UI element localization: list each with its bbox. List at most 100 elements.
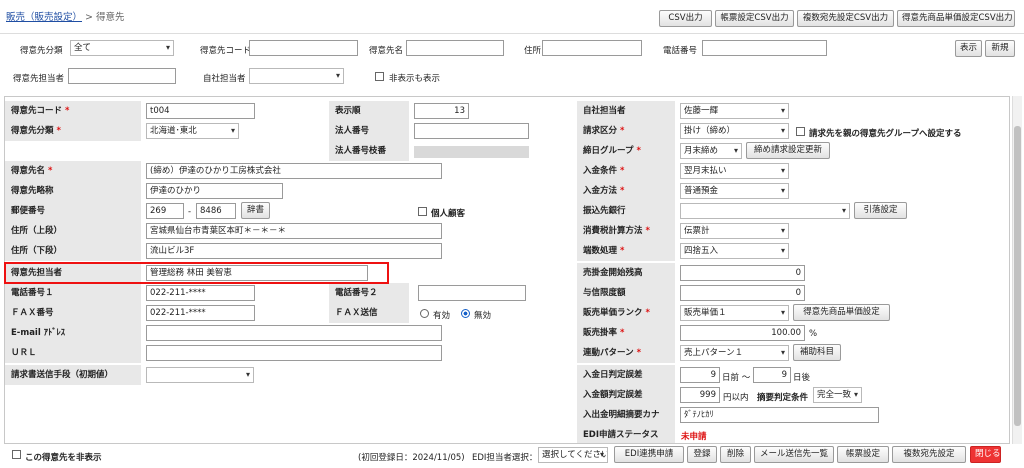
customer-price-csv-button[interactable]: 得意先商品単価設定CSV出力 bbox=[897, 10, 1015, 27]
fax-label: ＦＡＸ番号 bbox=[5, 303, 141, 323]
zip-input-1[interactable]: 269 bbox=[146, 203, 184, 219]
edi-person-select[interactable]: 選択してください bbox=[538, 447, 608, 463]
parent-group-checkbox[interactable] bbox=[796, 127, 805, 136]
hide-customer-checkbox[interactable] bbox=[12, 450, 21, 459]
order-input[interactable]: 13 bbox=[414, 103, 469, 119]
edi-person-label: EDI担当者選択： bbox=[472, 453, 538, 463]
rounding-label: 端数処理 * bbox=[577, 241, 675, 261]
phone2-label: 電話番号２ bbox=[329, 283, 409, 303]
pattern-select[interactable]: 売上パターン１ bbox=[680, 345, 789, 361]
csv-export-button[interactable]: CSV出力 bbox=[659, 10, 712, 27]
date-tolerance-label: 入金日判定誤差 bbox=[577, 365, 675, 385]
mail-recipients-button[interactable]: メール送信先一覧 bbox=[754, 446, 834, 463]
invoice-method-select[interactable] bbox=[146, 367, 254, 383]
personal-checkbox[interactable] bbox=[418, 207, 427, 216]
scrollbar[interactable] bbox=[1012, 96, 1022, 444]
filter-address-input[interactable] bbox=[542, 40, 642, 56]
filter-bar: 得意先分類 全て 得意先コード 得意先名 住所 電話番号 表示 新規 得意先担当… bbox=[0, 34, 1024, 92]
price-rank-select[interactable]: 販売単価１ bbox=[680, 305, 789, 321]
closing-group-label: 締日グループ * bbox=[577, 141, 675, 161]
phone1-input[interactable]: 022-211-**** bbox=[146, 285, 255, 301]
filter-code-input[interactable] bbox=[249, 40, 358, 56]
filter-phone-input[interactable] bbox=[702, 40, 827, 56]
payment-method-label: 入金方法 * bbox=[577, 181, 675, 201]
ar-balance-label: 売掛金開始残高 bbox=[577, 263, 675, 283]
code-label: 得意先コード * bbox=[5, 101, 141, 121]
billing-select[interactable]: 掛け（締め） bbox=[680, 123, 789, 139]
amount-tolerance-unit: 円以内 bbox=[723, 393, 749, 403]
form-settings-button[interactable]: 帳票設定 bbox=[837, 446, 889, 463]
closing-group-select[interactable]: 月末締め bbox=[680, 143, 742, 159]
name-input[interactable]: (締め）伊達のひかり工房株式会社 bbox=[146, 163, 442, 179]
ar-balance-input[interactable]: 0 bbox=[680, 265, 805, 281]
new-button[interactable]: 新規 bbox=[985, 40, 1015, 57]
bank-label: 振込先銀行 bbox=[577, 201, 675, 221]
amount-tolerance-input[interactable]: 999 bbox=[680, 387, 720, 403]
filter-staff-select[interactable] bbox=[249, 68, 344, 84]
bank-select[interactable] bbox=[680, 203, 850, 219]
url-input[interactable] bbox=[146, 345, 442, 361]
price-rank-label: 販売単価ランク * bbox=[577, 303, 675, 323]
amount-tolerance-label: 入金額判定誤差 bbox=[577, 385, 675, 405]
zip-input-2[interactable]: 8486 bbox=[196, 203, 236, 219]
fax-send-disabled-radio[interactable] bbox=[461, 309, 470, 318]
kana-input[interactable]: ﾀﾞﾃﾉﾋｶﾘ bbox=[680, 407, 879, 423]
rounding-select[interactable]: 四捨五入 bbox=[680, 243, 789, 259]
filter-name-input[interactable] bbox=[406, 40, 504, 56]
dictionary-button[interactable]: 辞書 bbox=[241, 202, 270, 219]
zip-label: 郵便番号 bbox=[5, 201, 141, 221]
filter-category-select[interactable]: 全て bbox=[70, 40, 174, 56]
multi-destination-csv-button[interactable]: 複数宛先設定CSV出力 bbox=[797, 10, 894, 27]
date-after-input[interactable]: 9 bbox=[753, 367, 791, 383]
breadcrumb-current: 得意先 bbox=[96, 12, 125, 23]
payment-method-select[interactable]: 普通預金 bbox=[680, 183, 789, 199]
debit-settings-button[interactable]: 引落設定 bbox=[854, 202, 907, 219]
multi-destination-button[interactable]: 複数宛先設定 bbox=[892, 446, 966, 463]
short-name-input[interactable]: 伊達のひかり bbox=[146, 183, 283, 199]
edi-apply-button[interactable]: EDI連携申請 bbox=[614, 446, 684, 463]
hide-customer-label: この得意先を非表示 bbox=[25, 453, 102, 463]
delete-button[interactable]: 削除 bbox=[720, 446, 751, 463]
customer-price-button[interactable]: 得意先商品単価設定 bbox=[793, 304, 890, 321]
fax-send-enabled-radio[interactable] bbox=[420, 309, 429, 318]
address2-input[interactable]: 流山ビル3F bbox=[146, 243, 442, 259]
payment-condition-select[interactable]: 翌月末払い bbox=[680, 163, 789, 179]
date-before-input[interactable]: 9 bbox=[680, 367, 720, 383]
show-button[interactable]: 表示 bbox=[955, 40, 982, 57]
credit-limit-label: 与信限度額 bbox=[577, 283, 675, 303]
sales-rate-input[interactable]: 100.00 bbox=[680, 325, 805, 341]
breadcrumb-separator: > bbox=[82, 12, 97, 23]
parent-group-label: 請求先を親の得意先グループへ設定する bbox=[809, 129, 962, 139]
fax-send-label: ＦＡＸ送信 bbox=[329, 303, 409, 323]
sub-account-button[interactable]: 補助科目 bbox=[793, 344, 841, 361]
short-name-label: 得意先略称 bbox=[5, 181, 141, 201]
show-hidden-checkbox[interactable] bbox=[375, 72, 384, 81]
date-before-unit: 日前 ～ bbox=[722, 373, 751, 383]
breadcrumb-link-sales[interactable]: 販売（販売設定） bbox=[6, 12, 82, 23]
credit-limit-input[interactable]: 0 bbox=[680, 285, 805, 301]
code-input[interactable]: t004 bbox=[146, 103, 255, 119]
phone1-label: 電話番号１ bbox=[5, 283, 141, 303]
close-button[interactable]: 閉じる bbox=[970, 446, 1001, 463]
fax-input[interactable]: 022-211-**** bbox=[146, 305, 255, 321]
summary-condition-select[interactable]: 完全一致 bbox=[813, 387, 862, 403]
billing-label: 請求区分 * bbox=[577, 121, 675, 141]
closing-update-button[interactable]: 締め請求設定更新 bbox=[746, 142, 830, 159]
tax-method-select[interactable]: 伝票計 bbox=[680, 223, 789, 239]
filter-name-label: 得意先名 bbox=[369, 46, 404, 56]
email-input[interactable] bbox=[146, 325, 442, 341]
footer-bar: この得意先を非表示 (初回登録日：2024/11/05) EDI担当者選択： 選… bbox=[0, 444, 1024, 468]
staff-select[interactable]: 佐藤一輝 bbox=[680, 103, 789, 119]
category-select[interactable]: 北海道･東北 bbox=[146, 123, 239, 139]
scrollbar-thumb[interactable] bbox=[1014, 126, 1021, 426]
register-button[interactable]: 登録 bbox=[687, 446, 717, 463]
form-settings-csv-button[interactable]: 帳票設定CSV出力 bbox=[715, 10, 794, 27]
address1-input[interactable]: 宮城県仙台市青葉区本町＊－＊－＊ bbox=[146, 223, 442, 239]
fax-send-disabled-label: 無効 bbox=[474, 311, 492, 321]
phone2-input[interactable] bbox=[418, 285, 526, 301]
url-label: ＵＲＬ bbox=[5, 343, 141, 363]
corp-number-input[interactable] bbox=[414, 123, 529, 139]
filter-contact-input[interactable] bbox=[68, 68, 176, 84]
fax-send-enabled-label: 有効 bbox=[433, 311, 451, 321]
category-label: 得意先分類 * bbox=[5, 121, 141, 141]
